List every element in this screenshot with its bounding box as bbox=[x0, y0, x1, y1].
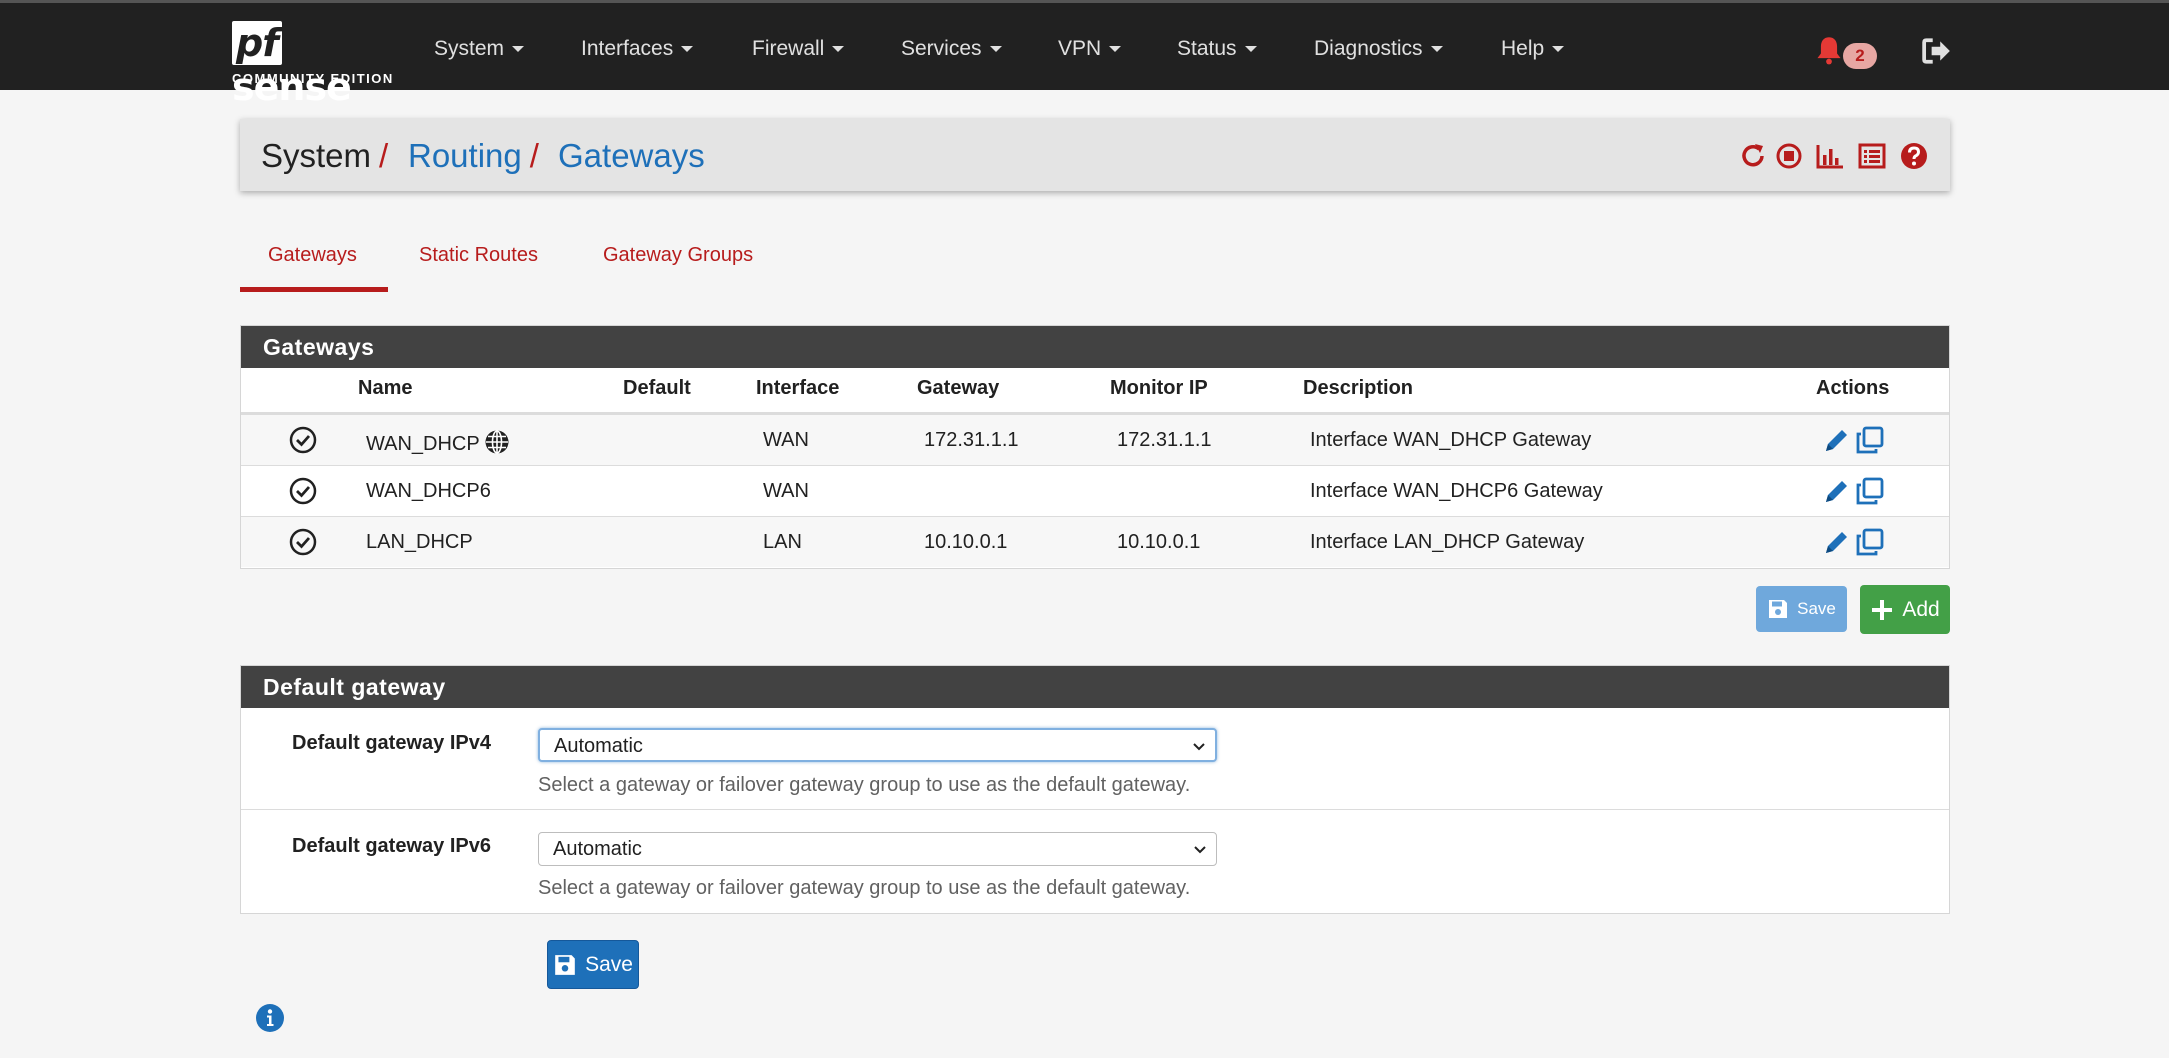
active-tab-indicator bbox=[240, 287, 388, 292]
notification-badge[interactable]: 2 bbox=[1843, 43, 1877, 69]
top-navbar: pfsense COMMUNITY EDITION System Interfa… bbox=[0, 0, 2169, 109]
stop-icon[interactable] bbox=[1774, 141, 1804, 171]
globe-icon bbox=[485, 430, 509, 454]
caret-down-icon bbox=[1244, 46, 1257, 53]
gateway-address: 172.31.1.1 bbox=[924, 429, 1019, 451]
bell-icon[interactable] bbox=[1815, 35, 1843, 65]
chevron-down-icon bbox=[1194, 846, 1206, 854]
breadcrumb: System / Routing / Gateways bbox=[240, 119, 1950, 191]
gateway-monitor-ip: 10.10.0.1 bbox=[1117, 531, 1201, 553]
column-header-name[interactable]: Name bbox=[358, 377, 412, 400]
default-gateway-ipv6-select[interactable]: Automatic bbox=[538, 832, 1217, 866]
breadcrumb-gateways[interactable]: Gateways bbox=[558, 137, 705, 175]
caret-down-icon bbox=[512, 46, 525, 53]
table-row: WAN_DHCP WAN 172.31.1.1 172.31.1.1 Inter… bbox=[241, 414, 1949, 465]
save-gateways-button[interactable]: Save bbox=[1756, 586, 1847, 632]
ipv6-help-text: Select a gateway or failover gateway gro… bbox=[538, 877, 1191, 899]
plus-icon bbox=[1872, 599, 1893, 620]
edit-pencil-icon[interactable] bbox=[1822, 425, 1852, 455]
reload-icon[interactable] bbox=[1738, 141, 1768, 171]
caret-down-icon bbox=[832, 46, 845, 53]
edit-pencil-icon[interactable] bbox=[1822, 476, 1852, 506]
gateway-name: WAN_DHCP bbox=[366, 429, 510, 456]
default-gateway-ipv4-select[interactable]: Automatic bbox=[538, 728, 1217, 762]
default-gateway-panel-title: Default gateway bbox=[241, 666, 1949, 708]
gateways-panel-title: Gateways bbox=[241, 326, 1949, 368]
gateway-name: LAN_DHCP bbox=[366, 531, 473, 553]
gateway-interface: WAN bbox=[763, 429, 809, 451]
column-header-monitor-ip[interactable]: Monitor IP bbox=[1110, 377, 1208, 400]
caret-down-icon bbox=[1430, 46, 1443, 53]
nav-menu-interfaces[interactable]: Interfaces bbox=[581, 37, 694, 61]
gateway-description: Interface LAN_DHCP Gateway bbox=[1310, 531, 1585, 553]
gateway-monitor-ip: 172.31.1.1 bbox=[1117, 429, 1212, 451]
nav-menu-status[interactable]: Status bbox=[1177, 37, 1257, 61]
copy-icon[interactable] bbox=[1855, 425, 1885, 455]
gateway-description: Interface WAN_DHCP6 Gateway bbox=[1310, 480, 1603, 502]
logout-icon[interactable] bbox=[1922, 37, 1952, 65]
column-header-interface[interactable]: Interface bbox=[756, 377, 839, 400]
gateway-interface: WAN bbox=[763, 480, 809, 502]
tab-gateway-groups[interactable]: Gateway Groups bbox=[603, 244, 753, 267]
pfsense-logo[interactable]: pfsense COMMUNITY EDITION bbox=[232, 21, 392, 109]
check-circle-icon bbox=[289, 528, 317, 556]
default-gateway-ipv6-label: Default gateway IPv6 bbox=[292, 835, 491, 857]
nav-menu-diagnostics[interactable]: Diagnostics bbox=[1314, 37, 1443, 61]
form-divider bbox=[241, 809, 1949, 810]
breadcrumb-system: System / bbox=[261, 137, 389, 174]
caret-down-icon bbox=[681, 46, 694, 53]
caret-down-icon bbox=[1109, 46, 1122, 53]
default-gateway-ipv4-label: Default gateway IPv4 bbox=[292, 732, 491, 754]
log-icon[interactable] bbox=[1857, 141, 1887, 171]
nav-menu-services[interactable]: Services bbox=[901, 37, 1002, 61]
nav-menu-system[interactable]: System bbox=[434, 37, 525, 61]
table-row: LAN_DHCP LAN 10.10.0.1 10.10.0.1 Interfa… bbox=[241, 516, 1949, 567]
caret-down-icon bbox=[1552, 46, 1565, 53]
floppy-disk-icon bbox=[555, 954, 575, 975]
add-gateway-button[interactable]: Add bbox=[1860, 585, 1950, 634]
table-row: WAN_DHCP6 WAN Interface WAN_DHCP6 Gatewa… bbox=[241, 465, 1949, 516]
ipv4-help-text: Select a gateway or failover gateway gro… bbox=[538, 774, 1191, 796]
nav-menu-vpn[interactable]: VPN bbox=[1058, 37, 1122, 61]
column-header-default[interactable]: Default bbox=[623, 377, 691, 400]
gateway-name: WAN_DHCP6 bbox=[366, 480, 491, 502]
column-header-actions: Actions bbox=[1816, 377, 1890, 399]
copy-icon[interactable] bbox=[1855, 527, 1885, 557]
help-icon[interactable] bbox=[1899, 141, 1929, 171]
tab-gateways[interactable]: Gateways bbox=[268, 244, 357, 267]
column-header-gateway[interactable]: Gateway bbox=[917, 377, 999, 400]
floppy-disk-icon bbox=[1769, 600, 1788, 618]
gateway-interface: LAN bbox=[763, 531, 802, 553]
gateway-address: 10.10.0.1 bbox=[924, 531, 1008, 553]
save-button[interactable]: Save bbox=[547, 940, 639, 989]
chart-icon[interactable] bbox=[1815, 141, 1845, 171]
check-circle-icon bbox=[289, 477, 317, 505]
edit-pencil-icon[interactable] bbox=[1822, 527, 1852, 557]
copy-icon[interactable] bbox=[1855, 476, 1885, 506]
caret-down-icon bbox=[989, 46, 1002, 53]
breadcrumb-routing[interactable]: Routing / bbox=[408, 137, 539, 175]
tab-static-routes[interactable]: Static Routes bbox=[419, 244, 538, 267]
column-header-description[interactable]: Description bbox=[1303, 377, 1413, 400]
check-circle-icon bbox=[289, 426, 317, 454]
chevron-down-icon bbox=[1193, 743, 1205, 751]
nav-menu-help[interactable]: Help bbox=[1501, 37, 1565, 61]
nav-menu-firewall[interactable]: Firewall bbox=[752, 37, 845, 61]
gateway-description: Interface WAN_DHCP Gateway bbox=[1310, 429, 1592, 451]
info-icon[interactable] bbox=[255, 1003, 285, 1033]
